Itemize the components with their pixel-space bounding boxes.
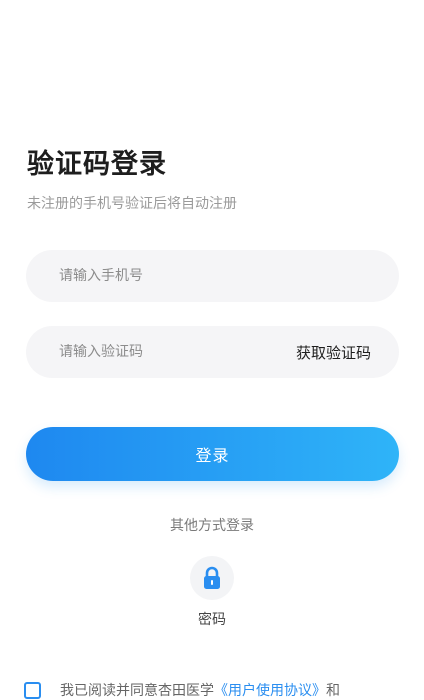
code-input[interactable] [59, 344, 296, 360]
other-login-label: 其他方式登录 [170, 518, 254, 534]
password-login-label: 密码 [198, 612, 226, 628]
code-field[interactable]: 获取验证码 [26, 326, 399, 378]
agreement-text: 我已阅读并同意杏田医学 [60, 683, 214, 699]
user-agreement-link[interactable]: 《用户使用协议》 [214, 680, 326, 700]
agreement-checkbox[interactable] [24, 681, 41, 699]
phone-field[interactable] [26, 250, 399, 302]
page-subtitle: 未注册的手机号验证后将自动注册 [27, 196, 237, 212]
agreement-and-text: 和 [326, 683, 340, 699]
agreement-row: 我已阅读并同意杏田医学 《用户使用协议》 和 [24, 680, 340, 700]
page-title: 验证码登录 [27, 149, 167, 180]
password-login-button[interactable] [190, 556, 234, 600]
get-code-button[interactable]: 获取验证码 [296, 342, 371, 363]
lock-icon [204, 566, 220, 589]
login-button[interactable]: 登录 [26, 427, 399, 481]
phone-input[interactable] [59, 268, 371, 284]
